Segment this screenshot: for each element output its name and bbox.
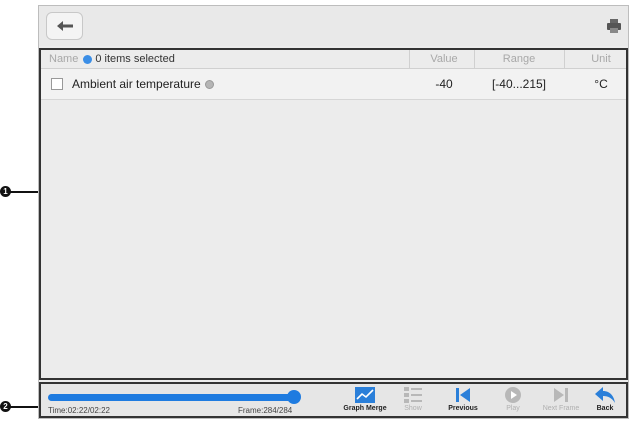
back-arrow-icon [56,21,73,31]
progress-slider-handle[interactable] [287,390,301,404]
previous-label: Previous [448,405,478,412]
unit-column-header: Unit [591,53,611,65]
printer-icon[interactable] [606,18,622,34]
return-arrow-icon [595,387,615,403]
row-checkbox[interactable] [51,78,63,90]
time-readout: Time:02:22/02:22 [48,406,110,415]
graph-merge-label: Graph Merge [343,405,387,412]
column-divider [409,50,410,68]
info-icon[interactable] [83,54,93,64]
top-toolbar [39,6,628,46]
list-icon [404,387,422,403]
selected-count-label: 0 items selected [95,53,175,65]
graph-merge-icon [355,387,375,403]
playback-progress-bar[interactable] [48,390,301,404]
parameter-name: Ambient air temperature [72,77,214,91]
back-toolbar-button[interactable]: Back [579,386,631,416]
range-column-header: Range [502,53,536,65]
previous-button[interactable]: Previous [437,386,489,416]
column-divider [564,50,565,68]
parameter-range: [-40...215] [491,77,547,91]
playback-toolbar: Time:02:22/02:22 Frame:284/284 Graph Mer… [39,382,628,418]
skip-previous-icon [456,388,470,402]
table-row[interactable]: Ambient air temperature -40 [-40...215] … [41,69,626,100]
name-column-header: Name 0 items selected [49,53,175,65]
parameter-name-label: Ambient air temperature [72,77,201,91]
play-label: Play [506,405,520,412]
name-header-label: Name [49,53,79,65]
play-button[interactable]: Play [487,386,539,416]
back-label: Back [596,405,614,412]
table-header: Name 0 items selected Value Range Unit [41,50,626,69]
callout-2-line [10,406,38,408]
value-column-header: Value [430,53,458,65]
skip-next-icon [554,388,568,402]
frame-readout: Frame:284/284 [238,406,293,415]
data-stream-panel: Name 0 items selected Value Range Unit A… [39,48,628,380]
column-divider [474,50,475,68]
parameter-value: -40 [435,77,453,91]
play-icon [505,387,521,403]
settings-icon[interactable] [204,79,214,89]
graph-merge-button[interactable]: Graph Merge [339,386,391,416]
device-screen: Name 0 items selected Value Range Unit A… [38,5,629,419]
show-button[interactable]: Show [387,386,439,416]
callout-1-line [10,191,38,193]
back-button[interactable] [46,12,83,40]
progress-fill [48,394,294,401]
parameter-unit: °C [594,77,608,91]
show-label: Show [404,405,422,412]
